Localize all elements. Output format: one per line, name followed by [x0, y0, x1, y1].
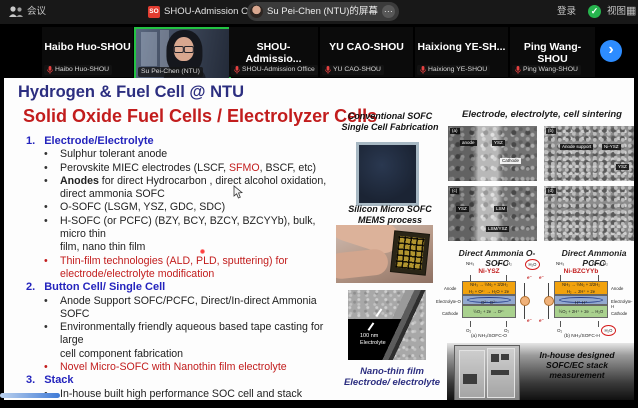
view-button[interactable]: 视图	[607, 6, 626, 18]
mems-chip-photo	[336, 225, 433, 283]
gas-label: O₂	[557, 328, 562, 333]
participant-name: YU CAO-SHOU	[320, 41, 413, 53]
so-badge-icon: SO	[148, 6, 160, 18]
diagram-material-label: Ni-YSZ	[462, 268, 516, 275]
slide-outline-list: 1.Electrode/Electrolyte • Sulphur tolera…	[14, 135, 340, 402]
list-section-heading: 3.Stack	[14, 374, 340, 387]
top-bar: 会议 SO SHOU-Admission Office的屏幕 Su Pei-Ch…	[0, 0, 638, 24]
active-share-pill[interactable]: Su Pei-Chen (NTU)的屏幕 ⋯	[247, 2, 399, 21]
mic-muted-icon	[420, 66, 426, 74]
mems-chip	[391, 231, 429, 274]
letterbox-bar	[0, 400, 638, 408]
name-badge: YU CAO-SHOU	[322, 65, 384, 75]
participant-strip: Haibo Huo-SHOU Haibo Huo-SHOU Su Pei-Che…	[0, 24, 638, 78]
list-item-highlight: • Thin-film technologies (ALD, PLD, sput…	[14, 255, 340, 282]
participant-name: SHOU-Admissio...	[229, 41, 318, 65]
name-badge: SHOU-Admission Office	[231, 65, 318, 75]
nano-film-sem-image: 100 nmElectrolyte	[348, 290, 426, 360]
avatar	[250, 5, 263, 18]
layer-label: Electrolyte-O	[436, 299, 461, 304]
participants-icon[interactable]	[8, 5, 24, 19]
sem-image-d: (d)	[544, 186, 634, 241]
layer-label: Anode	[444, 286, 456, 291]
participant-tile[interactable]: Haixiong YE-SH... Haixiong YE-SHOU	[415, 27, 508, 77]
next-participants-button[interactable]: ›	[600, 40, 622, 62]
meeting-app-window: 会议 SO SHOU-Admission Office的屏幕 Su Pei-Ch…	[0, 0, 638, 408]
participant-tile-active-speaker[interactable]: Su Pei-Chen (NTU)	[134, 27, 231, 81]
gas-label: O₂	[466, 328, 471, 333]
caption-conventional-sofc: Conventional SOFC Single Cell Fabricatio…	[334, 111, 446, 132]
mic-muted-icon	[325, 66, 331, 74]
security-check-icon[interactable]: ✓	[588, 5, 601, 18]
participant-tile[interactable]: YU CAO-SHOU YU CAO-SHOU	[320, 27, 413, 77]
participant-name: Haixiong YE-SH...	[415, 41, 508, 53]
annotation-highlight-bar	[0, 393, 60, 398]
mic-muted-icon	[47, 66, 53, 74]
sem-arrow	[376, 308, 382, 316]
mic-muted-icon	[515, 66, 521, 74]
diagram-caption: (a) NH₃/SOFC-O	[459, 334, 519, 339]
layer-label: Cathode	[611, 311, 627, 316]
shared-slide: Hydrogen & Fuel Cell @ NTU Solid Oxide F…	[4, 78, 634, 402]
layer-label: Electrolyte-H	[611, 299, 634, 309]
name-badge: Ping Wang-SHOU	[512, 65, 581, 75]
sem-image-b: (b) Anode support Ni-YSZ YSZ	[544, 126, 634, 181]
active-share-label: Su Pei-Chen (NTU)的屏幕	[267, 6, 378, 18]
caption-cell-sintering: Electrode, electrolyte, cell sintering	[447, 109, 634, 120]
slide-title: Hydrogen & Fuel Cell @ NTU	[18, 83, 244, 102]
cell-stack-diagram-pcfc: NH₃ → ½N₂ + 3/2H₂H₂ → 2H⁺ + 2e H⁺ H⁺ ½O₂…	[554, 281, 608, 318]
h2o-highlight-circle: H₂O	[525, 259, 540, 270]
participant-tile[interactable]: Ping Wang-SHOU Ping Wang-SHOU	[510, 27, 595, 77]
list-item: • O-SOFC (LSGM, YSZ, GDC, SDC)	[14, 201, 340, 214]
mic-muted-icon	[234, 66, 240, 74]
view-grid-icon[interactable]: ▦	[626, 5, 636, 17]
list-item: • Anode Support SOFC/PCFC, Direct/In-dir…	[14, 295, 340, 322]
participant-name: Haibo Huo-SHOU	[42, 41, 133, 53]
caption-stack-measurement: In-house designed SOFC/EC stack measurem…	[522, 350, 632, 380]
caption-nano-thin-film: Nano-thin film Electrode/ electrolyte	[342, 366, 442, 388]
mouse-cursor	[233, 185, 244, 199]
list-item: • Perovskite MIEC electrodes (LSCF, SFMO…	[14, 162, 340, 175]
sofc-cell-photo	[356, 142, 419, 206]
cell-stack-diagram-osofc: NH₃ → ½N₂ + 3/2H₂H₂ + O²⁻ → H₂O + 2e O²⁻…	[462, 281, 516, 318]
sem-image-c: (c) YSZ LSM LSM/YSZ	[448, 186, 537, 241]
gas-label: NH₃	[466, 261, 474, 266]
list-section-heading: 1.Electrode/Electrolyte	[14, 135, 340, 148]
layer-label: Anode	[611, 286, 623, 291]
stack-test-rig-photo	[454, 345, 520, 401]
resistor-symbol	[520, 296, 530, 306]
login-button[interactable]: 登录	[557, 6, 576, 18]
list-item-highlight: • Novel Micro-SOFC with Nanothin film el…	[14, 361, 340, 374]
participant-tile[interactable]: Haibo Huo-SHOU Haibo Huo-SHOU	[42, 27, 133, 77]
diagram-material-label: Ni-BZCYYb	[554, 268, 608, 275]
name-badge: Haixiong YE-SHOU	[417, 65, 490, 75]
meeting-label[interactable]: 会议	[27, 6, 46, 18]
resistor-symbol	[544, 296, 554, 306]
slide-subtitle: Solid Oxide Fuel Cells / Electrolyzer Ce…	[23, 106, 377, 127]
laser-pointer-dot	[200, 249, 205, 254]
gas-label: NH₃, H₂	[592, 261, 608, 266]
list-item: • H-SOFC (or PCFC) (BZY, BCY, BZCY, BZCY…	[14, 215, 340, 255]
list-item: • Anodes for direct Hydrocarbon , direct…	[14, 175, 340, 202]
name-badge: Haibo Huo-SHOU	[44, 65, 112, 75]
list-item: • In-house built high performance SOC ce…	[14, 388, 340, 401]
gas-label: NH₃, H₂	[496, 261, 512, 266]
gas-label: O₂	[504, 328, 509, 333]
list-section-heading: 2.Button Cell/ Single Cell	[14, 281, 340, 294]
caption-silicon-micro-sofc: Silicon Micro SOFC MEMS process	[334, 204, 446, 225]
participant-tile[interactable]: SHOU-Admissio... SHOU-Admission Office	[229, 27, 318, 77]
sem-annotation: 100 nmElectrolyte	[360, 333, 386, 346]
gas-label: NH₃	[556, 261, 564, 266]
diagram-caption: (b) NH₃/SOFC-H	[552, 334, 612, 339]
more-icon[interactable]: ⋯	[382, 5, 395, 18]
sem-image-a: (a) anode YSZ Cathode	[448, 126, 537, 181]
list-item: • Environmentally friendly aqueous based…	[14, 321, 340, 361]
participant-name: Ping Wang-SHOU	[510, 41, 595, 65]
layer-label: Cathode	[442, 311, 458, 316]
person-glasses	[173, 46, 193, 51]
list-item: • Sulphur tolerant anode	[14, 148, 340, 161]
name-badge: Su Pei-Chen (NTU)	[138, 67, 203, 77]
